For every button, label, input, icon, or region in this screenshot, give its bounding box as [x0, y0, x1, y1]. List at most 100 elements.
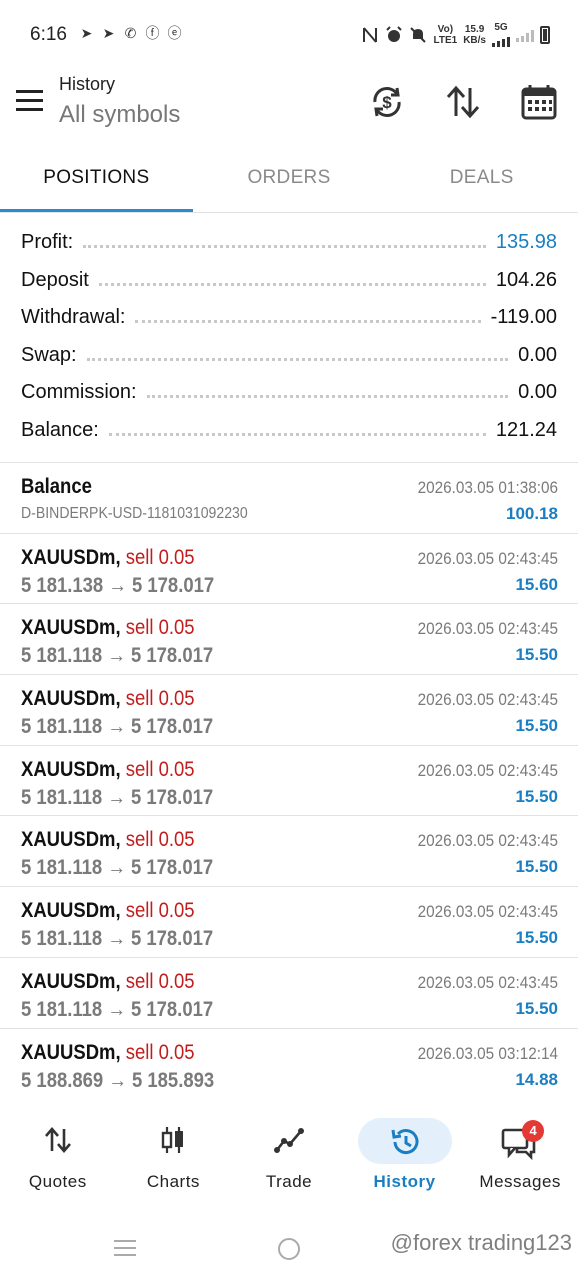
page-title: History	[59, 74, 116, 94]
deal-prices: 5 188.869 → 5 185.893	[21, 1068, 215, 1092]
deal-prices: 5 181.118 → 5 178.017	[21, 856, 214, 880]
summary-row-balance: Balance: 121.24	[0, 412, 578, 450]
deal-time: 2026.03.05 02:43:45	[417, 760, 558, 780]
recent-apps-button[interactable]	[114, 1240, 136, 1261]
deal-amount: 100.18	[506, 504, 558, 523]
list-item[interactable]: Balance D-BINDERPK-USD-1181031092230 202…	[0, 463, 578, 534]
deal-prices: 5 181.138 → 5 178.017	[21, 573, 215, 597]
charts-icon	[162, 1127, 184, 1153]
alarm-icon	[386, 25, 403, 42]
quotes-icon	[44, 1127, 71, 1153]
nav-charts[interactable]: Charts	[116, 1112, 232, 1202]
signal-icon-sim2	[516, 28, 534, 42]
summary-label: Profit:	[21, 231, 74, 254]
deal-prices: 5 181.118 → 5 178.017	[21, 644, 214, 668]
signal-icon	[492, 33, 510, 47]
symbol-filter[interactable]: All symbols	[59, 101, 180, 129]
list-item[interactable]: XAUUSDm, sell 0.05 5 181.118 → 5 178.017…	[0, 958, 578, 1029]
list-item[interactable]: XAUUSDm, sell 0.05 5 188.869 → 5 185.893…	[0, 1029, 578, 1100]
summary-label: Deposit	[21, 268, 89, 291]
deal-side: sell 0.05	[125, 687, 195, 711]
summary-row-profit: Profit: 135.98	[0, 224, 578, 262]
telegram-icon: ➤	[80, 25, 93, 41]
list-item[interactable]: XAUUSDm, sell 0.05 5 181.118 → 5 178.017…	[0, 604, 578, 676]
nav-trade[interactable]: Trade	[231, 1112, 347, 1202]
deal-time: 2026.03.05 02:43:45	[417, 831, 558, 851]
home-button[interactable]	[278, 1238, 300, 1260]
history-tabs: POSITIONS ORDERS DEALS	[0, 148, 578, 212]
summary-row-withdrawal: Withdrawal: -119.00	[0, 299, 578, 337]
summary-row-swap: Swap: 0.00	[0, 337, 578, 375]
calendar-icon[interactable]	[519, 82, 559, 122]
deal-symbol: XAUUSDm, sell 0.05	[21, 899, 195, 923]
nav-quotes[interactable]: Quotes	[0, 1112, 116, 1202]
summary-value: 0.00	[518, 343, 557, 366]
deal-amount: 15.50	[515, 998, 558, 1018]
nav-label: Trade	[265, 1172, 313, 1191]
dot-leader	[83, 245, 486, 249]
deal-symbol: XAUUSDm, sell 0.05	[21, 545, 195, 569]
menu-icon[interactable]	[16, 90, 43, 111]
summary-value: -119.00	[490, 306, 557, 329]
battery-icon	[540, 25, 550, 44]
summary-panel: Profit: 135.98 Deposit 104.26 Withdrawal…	[0, 224, 578, 449]
summary-row-commission: Commission: 0.00	[0, 374, 578, 412]
deal-time: 2026.03.05 02:43:45	[417, 902, 558, 922]
summary-value: 135.98	[495, 231, 557, 254]
deal-side: sell 0.05	[125, 616, 195, 640]
deal-symbol: Balance	[21, 475, 92, 498]
nav-history[interactable]: History	[347, 1112, 463, 1202]
divider	[0, 212, 578, 213]
summary-value: 0.00	[518, 381, 557, 404]
deal-amount: 15.50	[515, 786, 558, 806]
deal-time: 2026.03.05 02:43:45	[417, 548, 558, 568]
deal-prices: 5 181.118 → 5 178.017	[21, 997, 214, 1021]
sort-icon[interactable]	[443, 82, 483, 122]
tab-positions[interactable]: POSITIONS	[0, 148, 193, 212]
list-item[interactable]: XAUUSDm, sell 0.05 5 181.118 → 5 178.017…	[0, 816, 578, 888]
deal-side: sell 0.05	[125, 969, 195, 993]
nav-label: Messages	[479, 1172, 561, 1191]
deal-comment: D-BINDERPK-USD-1181031092230	[21, 505, 248, 522]
mute-icon	[410, 26, 427, 43]
status-time: 6:16	[30, 24, 67, 45]
summary-value: 121.24	[495, 418, 557, 441]
deal-symbol: XAUUSDm, sell 0.05	[21, 616, 195, 640]
deal-time: 2026.03.05 02:43:45	[417, 690, 558, 710]
messages-badge: 4	[522, 1120, 545, 1142]
deals-list: Balance D-BINDERPK-USD-1181031092230 202…	[0, 463, 578, 1099]
summary-label: Balance:	[21, 418, 99, 441]
system-navigation-bar: @forex trading123	[0, 1212, 578, 1280]
deal-time: 2026.03.05 02:43:45	[417, 972, 558, 992]
bottom-navigation: Quotes Charts Trade History 4 Messages	[0, 1112, 578, 1202]
dot-leader	[108, 432, 486, 436]
tab-orders[interactable]: ORDERS	[193, 148, 386, 212]
dot-leader	[146, 395, 509, 399]
deal-side: sell 0.05	[125, 1040, 195, 1064]
summary-value: 104.26	[495, 268, 557, 291]
list-item[interactable]: XAUUSDm, sell 0.05 5 181.138 → 5 178.017…	[0, 534, 578, 605]
nfc-icon	[363, 26, 378, 43]
nav-label: Charts	[146, 1172, 200, 1191]
deal-symbol: XAUUSDm, sell 0.05	[21, 828, 195, 852]
deal-side: sell 0.05	[125, 757, 195, 781]
nav-messages[interactable]: 4 Messages	[462, 1112, 578, 1202]
deal-symbol: XAUUSDm, sell 0.05	[21, 757, 195, 781]
tab-deals[interactable]: DEALS	[385, 148, 578, 212]
list-item[interactable]: XAUUSDm, sell 0.05 5 181.118 → 5 178.017…	[0, 887, 578, 958]
facebook-icon: ⓕ	[145, 25, 160, 41]
svg-text:$: $	[382, 93, 392, 112]
status-bar: 6:16 ➤ ➤ ✆ ⓕ ⓔ Vo) LTE1 15.9 KB/s 5G	[0, 0, 578, 66]
trade-icon	[273, 1128, 304, 1153]
deal-side: sell 0.05	[125, 828, 195, 852]
list-item[interactable]: XAUUSDm, sell 0.05 5 181.118 → 5 178.017…	[0, 675, 578, 746]
dot-leader	[86, 357, 509, 361]
watermark: @forex trading123	[390, 1230, 572, 1255]
deal-side: sell 0.05	[125, 545, 195, 569]
currency-exchange-icon[interactable]: $	[367, 82, 407, 122]
deal-symbol: XAUUSDm, sell 0.05	[21, 1040, 195, 1064]
network-type: 5G	[494, 22, 508, 33]
list-item[interactable]: XAUUSDm, sell 0.05 5 181.118 → 5 178.017…	[0, 746, 578, 817]
deal-symbol: XAUUSDm, sell 0.05	[21, 969, 195, 993]
summary-label: Commission:	[21, 381, 137, 404]
